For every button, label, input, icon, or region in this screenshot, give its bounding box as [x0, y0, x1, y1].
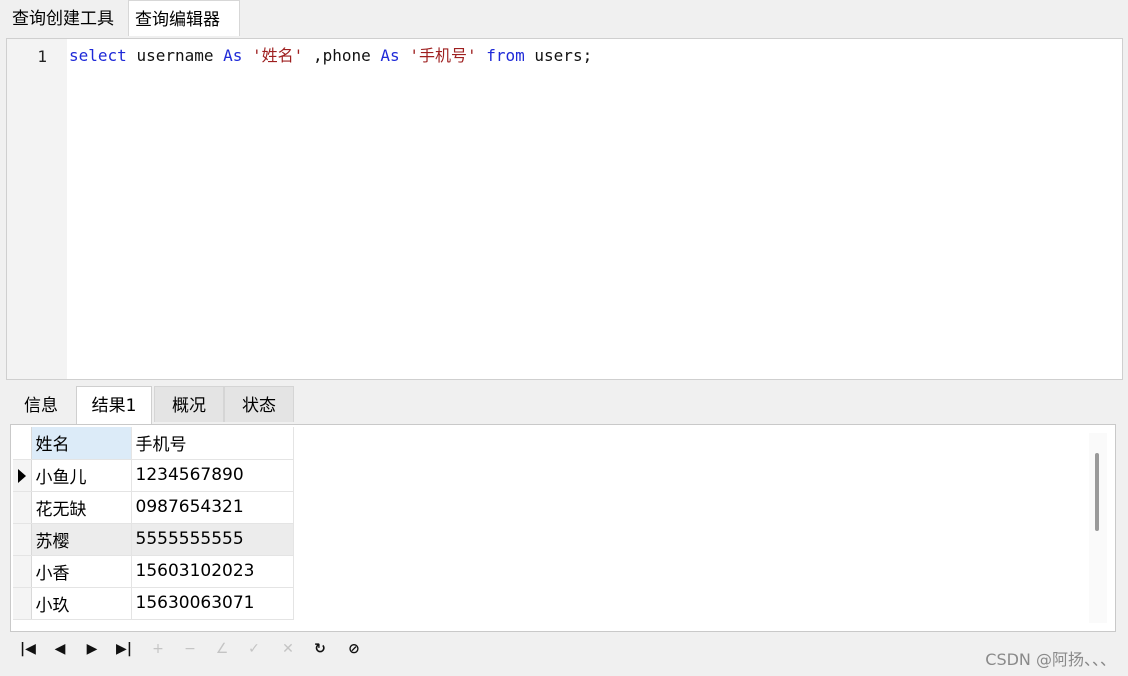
last-record-icon[interactable]: ▶| — [112, 638, 136, 660]
first-record-icon[interactable]: |◀ — [16, 638, 40, 660]
cell-phone[interactable]: 15603102023 — [131, 555, 294, 588]
row-indicator[interactable] — [13, 459, 32, 492]
grid-header-row: 姓名 手机号 — [13, 427, 294, 460]
column-header-phone[interactable]: 手机号 — [131, 427, 294, 460]
sql-editor[interactable]: 1 select username As '姓名' ,phone As '手机号… — [6, 38, 1123, 380]
cell-name[interactable]: 花无缺 — [31, 491, 132, 524]
table-row[interactable]: 花无缺 0987654321 — [13, 491, 294, 524]
row-indicator[interactable] — [13, 491, 32, 524]
cell-phone[interactable]: 1234567890 — [131, 459, 294, 492]
keyword-from: from — [486, 46, 525, 65]
tab-status[interactable]: 状态 — [224, 386, 294, 422]
line-number-gutter: 1 — [7, 39, 67, 379]
result-grid: 姓名 手机号 小鱼儿 1234567890 花无缺 0987654321 苏樱 … — [13, 427, 294, 620]
code-line[interactable]: select username As '姓名' ,phone As '手机号' … — [69, 45, 592, 67]
identifier-users: users; — [534, 46, 593, 65]
tab-query-builder[interactable]: 查询创建工具 — [6, 0, 128, 36]
string-alias-phone: '手机号' — [409, 46, 477, 65]
row-indicator[interactable] — [13, 587, 32, 620]
stop-icon[interactable]: ⊘ — [342, 638, 366, 660]
vertical-scrollbar[interactable] — [1089, 433, 1107, 623]
cell-name[interactable]: 小香 — [31, 555, 132, 588]
row-indicator[interactable] — [13, 555, 32, 588]
keyword-select: select — [69, 46, 127, 65]
table-row[interactable]: 苏樱 5555555555 — [13, 523, 294, 556]
prev-record-icon[interactable]: ◀ — [48, 638, 72, 660]
cell-phone[interactable]: 5555555555 — [131, 523, 294, 556]
cell-name[interactable]: 苏樱 — [31, 523, 132, 556]
row-indicator[interactable] — [13, 523, 32, 556]
refresh-icon[interactable]: ↻ — [308, 638, 332, 660]
table-row[interactable]: 小玖 15630063071 — [13, 587, 294, 620]
add-record-icon[interactable]: + — [146, 638, 170, 660]
top-tab-bar: 查询创建工具 查询编辑器 — [0, 0, 1128, 36]
identifier-username: username — [136, 46, 214, 65]
watermark: CSDN @阿扬、、、 — [985, 650, 1116, 669]
cell-name[interactable]: 小鱼儿 — [31, 459, 132, 492]
scrollbar-thumb[interactable] — [1095, 453, 1099, 531]
record-navigation-toolbar: |◀ ◀ ▶ ▶| + − ∠ ✓ ✕ ↻ ⊘ — [10, 634, 1116, 664]
table-row[interactable]: 小鱼儿 1234567890 — [13, 459, 294, 492]
result-grid-panel: 姓名 手机号 小鱼儿 1234567890 花无缺 0987654321 苏樱 … — [10, 424, 1116, 632]
edit-record-icon[interactable]: ∠ — [210, 638, 234, 660]
line-number: 1 — [37, 47, 47, 66]
string-alias-name: '姓名' — [252, 46, 304, 65]
tab-info[interactable]: 信息 — [6, 386, 76, 422]
delete-record-icon[interactable]: − — [178, 638, 202, 660]
tab-result-1[interactable]: 结果1 — [76, 386, 152, 424]
keyword-as: As — [223, 46, 243, 65]
apply-icon[interactable]: ✓ — [242, 638, 266, 660]
cell-phone[interactable]: 0987654321 — [131, 491, 294, 524]
next-record-icon[interactable]: ▶ — [80, 638, 104, 660]
cell-name[interactable]: 小玖 — [31, 587, 132, 620]
row-indicator-header — [13, 427, 32, 460]
cell-phone[interactable]: 15630063071 — [131, 587, 294, 620]
tab-profile[interactable]: 概况 — [154, 386, 224, 422]
identifier-phone: ,phone — [312, 46, 371, 65]
table-row[interactable]: 小香 15603102023 — [13, 555, 294, 588]
cancel-icon[interactable]: ✕ — [276, 638, 300, 660]
tab-query-editor[interactable]: 查询编辑器 — [128, 0, 240, 36]
current-row-arrow-icon — [18, 468, 26, 483]
column-header-name[interactable]: 姓名 — [31, 427, 132, 460]
keyword-as: As — [380, 46, 400, 65]
